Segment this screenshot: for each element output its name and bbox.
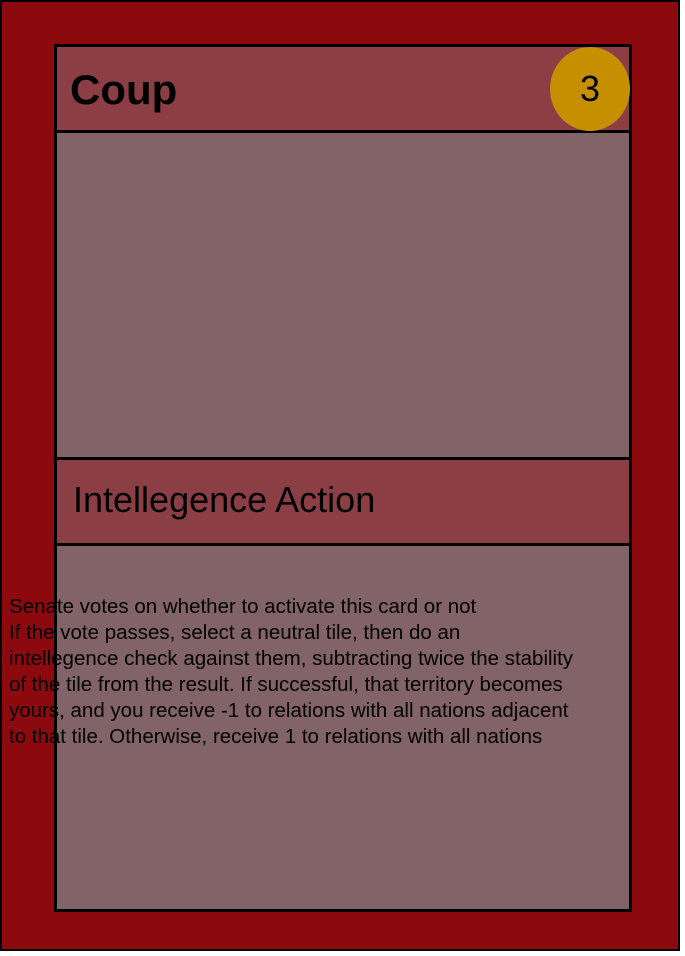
card-frame: Coup 3 Intellegence Action Senate votes … [0,0,680,951]
cost-badge: 3 [550,47,630,131]
type-bar: Intellegence Action [57,460,629,546]
card-type: Intellegence Action [73,479,376,520]
card-rules-text: Senate votes on whether to activate this… [9,595,574,748]
card-face: Coup 3 Intellegence Action [54,44,632,912]
card-art-area [57,133,629,460]
title-bar: Coup [57,47,629,133]
card-title: Coup [70,66,178,113]
